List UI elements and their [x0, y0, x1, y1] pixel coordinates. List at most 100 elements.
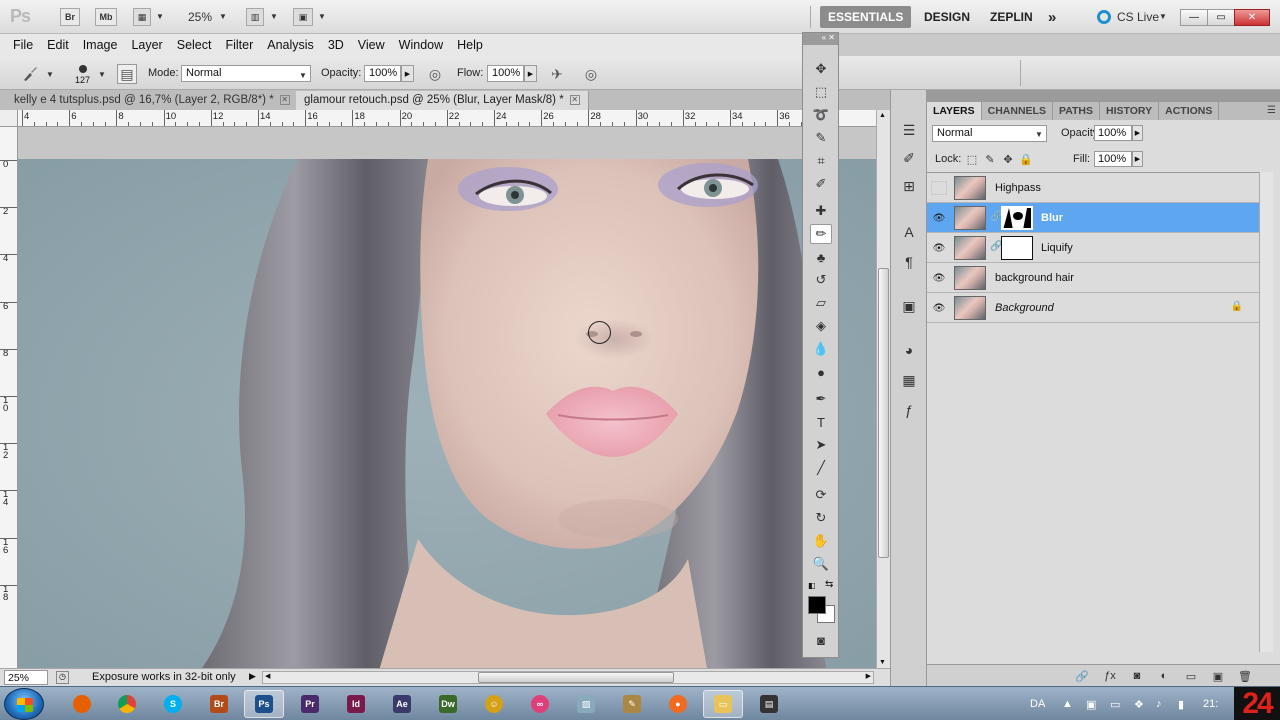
tab-channels[interactable]: CHANNELS: [982, 102, 1053, 120]
cs-live-icon[interactable]: [1097, 10, 1111, 24]
visibility-eye-icon[interactable]: 👁: [931, 241, 947, 255]
flow-slider-arrow-icon[interactable]: ▶: [524, 65, 537, 82]
layer-mask-thumbnail[interactable]: [1001, 206, 1033, 230]
horizontal-ruler[interactable]: 4 6 8 10 12 14 16 18 20 22 24 26 28 30 32 34 36: [18, 110, 876, 127]
pressure-opacity-icon[interactable]: ◎: [425, 64, 445, 84]
layer-row-blur[interactable]: 👁 🔗 Blur: [927, 203, 1259, 233]
taskbar-app-tools[interactable]: ✎: [612, 690, 652, 718]
start-button[interactable]: [4, 688, 44, 720]
taskbar-bridge[interactable]: Br: [199, 690, 239, 718]
brush-picker-chevron-icon[interactable]: ▼: [98, 70, 106, 79]
menu-file[interactable]: File: [6, 38, 40, 52]
blend-mode-select[interactable]: Normal: [932, 125, 1047, 142]
mode-chevron-icon[interactable]: ▼: [299, 71, 307, 80]
menu-select[interactable]: Select: [170, 38, 219, 52]
document-tab-kelly[interactable]: kelly e 4 tutsplus.psd @ 16,7% (Layer 2,…: [6, 91, 299, 110]
zoom-chevron-icon[interactable]: ▼: [219, 12, 227, 21]
new-group-icon[interactable]: ▭: [1182, 668, 1200, 684]
paragraph-panel-icon[interactable]: ¶: [898, 252, 920, 272]
status-info-icon[interactable]: ◷: [56, 671, 69, 684]
taskbar-photoshop[interactable]: Ps: [244, 690, 284, 718]
tray-pdf-icon[interactable]: ▣: [1086, 698, 1096, 711]
maximize-button[interactable]: ▭: [1207, 9, 1235, 26]
hand-tool-icon[interactable]: ✋: [810, 531, 832, 551]
canvas-horizontal-scrollbar[interactable]: ◀ ▶: [262, 671, 874, 684]
workspace-zeplin[interactable]: ZEPLIN: [982, 6, 1041, 28]
menu-layer[interactable]: Layer: [124, 38, 169, 52]
taskbar-explorer[interactable]: ▭: [703, 690, 743, 718]
screen-mode-chevron-icon[interactable]: ▼: [318, 12, 326, 21]
scroll-left-icon[interactable]: ◀: [265, 672, 270, 680]
bridge-button[interactable]: Br: [60, 8, 80, 26]
default-colors-icon[interactable]: ◧: [808, 581, 816, 590]
visibility-eye-icon[interactable]: 👁: [931, 211, 947, 225]
more-workspaces-icon[interactable]: »: [1040, 6, 1064, 28]
visibility-eye-icon[interactable]: 👁: [931, 301, 947, 315]
taskbar-indesign[interactable]: Id: [336, 690, 376, 718]
blend-mode-chevron-icon[interactable]: ▼: [1035, 130, 1043, 139]
layer-mask-thumbnail[interactable]: [1001, 236, 1033, 260]
menu-analysis[interactable]: Analysis: [260, 38, 321, 52]
layer-opacity-arrow-icon[interactable]: ▶: [1132, 125, 1143, 141]
crop-tool-icon[interactable]: ⌗: [810, 151, 832, 171]
horizontal-scroll-thumb[interactable]: [478, 672, 674, 683]
minibridge-button[interactable]: Mb: [95, 8, 117, 26]
scroll-right-icon[interactable]: ▶: [866, 672, 871, 680]
brush-panel-toggle-icon[interactable]: ▤: [117, 64, 137, 84]
taskbar-dreamweaver[interactable]: Dw: [428, 690, 468, 718]
mode-select[interactable]: Normal: [181, 65, 311, 82]
taskbar-skype[interactable]: S: [153, 690, 193, 718]
fill-input[interactable]: 100%: [1094, 151, 1132, 167]
taskbar-app-image[interactable]: ▨: [566, 690, 606, 718]
tab-history[interactable]: HISTORY: [1100, 102, 1160, 120]
clock[interactable]: 21:: [1203, 698, 1218, 710]
airbrush-icon[interactable]: ✈: [547, 64, 567, 84]
vertical-scroll-thumb[interactable]: [878, 268, 889, 558]
tool-preset-chevron-icon[interactable]: ▼: [46, 70, 54, 79]
view-extras-chevron-icon[interactable]: ▼: [156, 12, 164, 21]
3d-rotate-tool-icon[interactable]: ⟳: [810, 485, 832, 505]
dodge-tool-icon[interactable]: ●: [810, 362, 832, 382]
menu-view[interactable]: View: [351, 38, 392, 52]
lock-pixels-icon[interactable]: ✎: [983, 152, 997, 166]
status-menu-arrow-icon[interactable]: ▶: [249, 671, 256, 682]
lock-position-icon[interactable]: ✥: [1001, 152, 1015, 166]
panel-menu-icon[interactable]: ☰: [1267, 105, 1276, 116]
arrange-documents-icon[interactable]: ▥: [246, 8, 264, 26]
fill-arrow-icon[interactable]: ▶: [1132, 151, 1143, 167]
workspace-design[interactable]: DESIGN: [916, 6, 978, 28]
taskbar-chrome[interactable]: [107, 690, 147, 718]
taskbar-app-pink[interactable]: ∞: [520, 690, 560, 718]
status-zoom-input[interactable]: 25%: [4, 670, 48, 685]
lasso-tool-icon[interactable]: ➰: [810, 105, 832, 125]
layer-name[interactable]: Liquify: [1041, 242, 1073, 254]
taskbar-messenger[interactable]: ☺: [474, 690, 514, 718]
workspace-essentials[interactable]: ESSENTIALS: [820, 6, 912, 28]
tray-display-icon[interactable]: ▭: [1110, 698, 1120, 711]
tab-paths[interactable]: PATHS: [1053, 102, 1101, 120]
taskbar-premiere[interactable]: Pr: [290, 690, 330, 718]
path-selection-tool-icon[interactable]: ➤: [810, 435, 832, 455]
foreground-color-swatch[interactable]: [808, 596, 826, 614]
clone-stamp-tool-icon[interactable]: ♣: [810, 247, 832, 267]
view-extras-icon[interactable]: ▦: [133, 8, 151, 26]
pressure-size-icon[interactable]: ◎: [581, 64, 601, 84]
screen-mode-icon[interactable]: ▣: [293, 8, 313, 26]
opacity-input[interactable]: 100%: [364, 65, 401, 82]
layer-row-highpass[interactable]: 👁 Highpass: [927, 173, 1259, 203]
taskbar-firefox[interactable]: [62, 690, 102, 718]
link-layers-icon[interactable]: 🔗: [1073, 668, 1091, 684]
cs-live-chevron-icon[interactable]: ▼: [1159, 12, 1167, 21]
menu-image[interactable]: Image: [76, 38, 125, 52]
brush-tip-icon[interactable]: [79, 65, 87, 73]
add-mask-icon[interactable]: ◙: [1128, 668, 1146, 684]
close-button[interactable]: ✕: [1234, 9, 1270, 26]
layer-name[interactable]: Background: [995, 302, 1054, 314]
cs-live-label[interactable]: CS Live: [1117, 10, 1159, 24]
layer-name[interactable]: Highpass: [995, 182, 1041, 194]
layer-row-liquify[interactable]: 👁 🔗 Liquify: [927, 233, 1259, 263]
canvas-vertical-scrollbar[interactable]: ▲ ▼: [876, 110, 890, 668]
taskbar-after-effects[interactable]: Ae: [382, 690, 422, 718]
adjustment-layer-icon[interactable]: ◐: [1155, 668, 1173, 684]
layer-name[interactable]: background hair: [995, 272, 1074, 284]
